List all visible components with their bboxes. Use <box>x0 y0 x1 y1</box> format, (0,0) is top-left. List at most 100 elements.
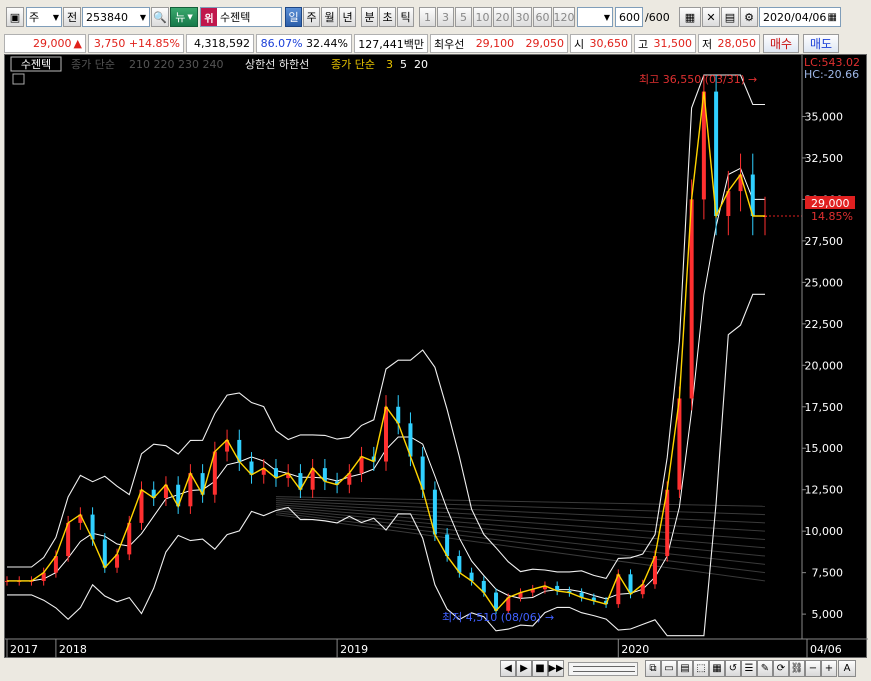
y-tick-label: 10,000 <box>805 525 844 538</box>
high-value: 31,500 <box>653 37 693 50</box>
font-size-button[interactable]: A <box>838 660 856 677</box>
date-input[interactable]: 2020/04/06 ▦ <box>759 7 841 27</box>
fast-forward-button[interactable]: ▶▶ <box>548 660 564 677</box>
interval-30-button[interactable]: 30 <box>513 7 532 27</box>
custom-interval-select[interactable]: ▼ <box>577 7 613 27</box>
copy-icon[interactable]: ⧉ <box>645 660 661 677</box>
stock-name-value: 수젠텍 <box>220 11 251 24</box>
chart-settings-icon[interactable] <box>12 73 25 85</box>
chart-bottom-bar: ◀ ▶ ■ ▶▶ ⧉ ▭ ▤ ⬚ ▦ ↺ ☰ ✎ ⟳ ⛓ − + A <box>0 658 871 681</box>
period-week-button[interactable]: 주 <box>303 7 320 27</box>
price-change: 3,750 +14.85% <box>88 34 184 53</box>
window-icon[interactable]: ▭ <box>661 660 677 677</box>
stock-name-field[interactable]: 위 수젠텍 <box>200 7 282 27</box>
scroll-right-button[interactable]: ▶ <box>516 660 532 677</box>
low-price: 저 28,050 <box>698 34 760 53</box>
draw-icon[interactable]: ✎ <box>757 660 773 677</box>
period-minute-button[interactable]: 분 <box>361 7 378 27</box>
period-year-button[interactable]: 년 <box>339 7 356 27</box>
open-value: 30,650 <box>589 37 629 50</box>
interval-10-button[interactable]: 10 <box>473 7 492 27</box>
x-tick-label: 2019 <box>340 643 368 656</box>
interval-1-button[interactable]: 1 <box>419 7 436 27</box>
scroll-thumb[interactable] <box>573 666 635 672</box>
stop-button[interactable]: ■ <box>532 660 548 677</box>
x-tick-label: 2020 <box>621 643 649 656</box>
chart-menu-icon[interactable]: ▣ <box>6 7 24 27</box>
gear-icon[interactable]: ⚙ <box>740 7 758 27</box>
volume: 4,318,592 <box>186 34 254 53</box>
buy-button[interactable]: 매수 <box>763 34 799 53</box>
history-icon[interactable]: ↺ <box>725 660 741 677</box>
scroll-track[interactable] <box>568 662 638 676</box>
open-label: 시 <box>574 37 585 51</box>
y-tick-label: 32,500 <box>805 152 844 165</box>
interval-60-button[interactable]: 60 <box>533 7 552 27</box>
legend-ma2-c: 20 <box>414 58 428 71</box>
y-tick-label: 5,000 <box>812 608 844 621</box>
stock-code-input[interactable]: 253840 ▼ <box>82 7 150 27</box>
news-label: 뉴 <box>175 11 186 24</box>
link-icon[interactable]: ⛓ <box>789 660 805 677</box>
ratio-1: 86.07% <box>260 37 303 50</box>
x-tick-label: 2018 <box>59 643 87 656</box>
price-chart-svg[interactable]: 수젠텍 종가 단순 210 220 230 240 상한선 하한선 종가 단순 … <box>5 55 868 659</box>
high-arrow-icon: → <box>748 73 757 86</box>
list-icon[interactable]: ☰ <box>741 660 757 677</box>
period-tick-button[interactable]: 틱 <box>397 7 414 27</box>
refresh-icon[interactable]: ⟳ <box>773 660 789 677</box>
interval-20-button[interactable]: 20 <box>493 7 512 27</box>
grid-settings-icon[interactable]: ▦ <box>679 7 701 27</box>
count-value: 600 <box>619 10 640 24</box>
upper-band-line <box>7 74 765 580</box>
high-annotation: 최고 36,550 (03/31) <box>639 73 745 86</box>
chevron-down-icon: ▼ <box>139 12 146 22</box>
count-input[interactable]: 600 <box>615 7 643 27</box>
interval-5-button[interactable]: 5 <box>455 7 472 27</box>
y-tick-label: 22,500 <box>805 318 844 331</box>
search-icon[interactable]: 🔍 <box>151 7 169 27</box>
export-icon[interactable]: ⬚ <box>693 660 709 677</box>
legend-ma-label: 종가 단순 <box>71 58 115 71</box>
y-tick-label: 7,500 <box>812 567 844 580</box>
sell-button[interactable]: 매도 <box>803 34 839 53</box>
period-day-button[interactable]: 일 <box>285 7 302 27</box>
chart-toolbar: ▣ 주 ▼ 전 253840 ▼ 🔍 뉴 ▼ 위 수젠텍 일 주 월 년 분 초 … <box>0 0 871 32</box>
high-price: 고 31,500 <box>634 34 696 53</box>
calendar-icon[interactable]: ▦ <box>828 12 837 23</box>
price-change-value: 3,750 <box>93 37 126 50</box>
warning-badge: 위 <box>201 8 217 26</box>
period-month-button[interactable]: 월 <box>321 7 338 27</box>
print-icon[interactable]: ▤ <box>677 660 693 677</box>
hc-label: HC:-20.66 <box>804 68 859 81</box>
zoom-in-button[interactable]: + <box>821 660 837 677</box>
current-price-tag-text: 29,000 <box>811 197 850 210</box>
period-second-button[interactable]: 초 <box>379 7 396 27</box>
trade-amount: 127,441백만 <box>354 34 428 53</box>
ratio-2: 32.44% <box>306 37 348 50</box>
plot-layer <box>5 74 802 637</box>
chevron-down-icon: ▼ <box>52 12 59 22</box>
high-label: 고 <box>638 37 649 51</box>
table-icon[interactable]: ▦ <box>709 660 725 677</box>
crosshair-icon[interactable]: ✕ <box>702 7 720 27</box>
interval-120-button[interactable]: 120 <box>553 7 575 27</box>
quote-bar: 29,000 ▲ 3,750 +14.85% 4,318,592 86.07% 3… <box>0 32 871 54</box>
news-button[interactable]: 뉴 ▼ <box>170 7 198 27</box>
scroll-left-button[interactable]: ◀ <box>500 660 516 677</box>
chevron-down-icon: ▼ <box>603 12 610 22</box>
price-change-pct: +14.85% <box>128 37 180 50</box>
save-icon[interactable]: ▤ <box>721 7 739 27</box>
current-price: 29,000 ▲ <box>4 34 86 53</box>
low-label: 저 <box>702 37 713 51</box>
zoom-out-button[interactable]: − <box>805 660 821 677</box>
open-price: 시 30,650 <box>570 34 632 53</box>
type-select-value: 주 <box>29 11 40 24</box>
type-select[interactable]: 주 ▼ <box>26 7 62 27</box>
interval-3-button[interactable]: 3 <box>437 7 454 27</box>
jeon-button[interactable]: 전 <box>63 7 81 27</box>
y-tick-label: 25,000 <box>805 276 844 289</box>
price-chart[interactable]: 수젠텍 종가 단순 210 220 230 240 상한선 하한선 종가 단순 … <box>4 54 868 659</box>
low-value: 28,050 <box>717 37 757 50</box>
date-value: 2020/04/06 <box>763 10 827 24</box>
